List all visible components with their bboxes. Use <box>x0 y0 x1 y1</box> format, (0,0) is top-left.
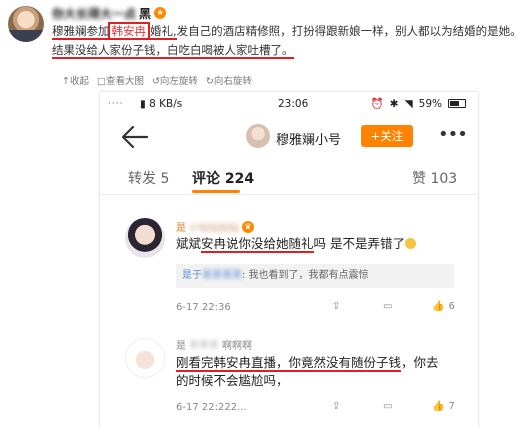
post-body: 穆雅斓参加 韩安冉 婚礼,发自己的酒店精修照，打扮得跟新娘一样，别人都以为结婚的是她… <box>52 22 516 60</box>
collapse-button[interactable]: ↑收起 <box>62 73 89 87</box>
comment-underlined-part: 刚看完韩安冉直播，你竟然没有随份子钱 <box>176 355 402 372</box>
commenter-name-blurred: 不不不 <box>189 341 219 352</box>
post-line-2: 结果没给人家份子钱，白吃白喝被人家吐槽了。 <box>52 41 512 60</box>
phone-screenshot: ···· ▮ 8 KB/s 23:06 ⏰ ✱ ◥ 59% 穆雅斓小号 +关注 … <box>100 92 478 428</box>
reply-button[interactable]: ▭ <box>383 401 392 412</box>
post-name-span: 穆雅斓参加 <box>52 24 110 38</box>
network-speed: ▮ 8 KB/s <box>140 98 182 110</box>
tab-bar: 转发 5 评论 224 赞 103 <box>100 159 478 195</box>
rotate-right-button[interactable]: ↻向右旋转 <box>206 73 252 87</box>
profile-avatar[interactable] <box>246 124 270 148</box>
post-line-1-underlined: 穆雅斓参加 韩安冉 婚礼, <box>52 22 177 40</box>
commenter-name-suffix: 啊啊啊 <box>222 341 252 352</box>
top-nav: 穆雅斓小号 +关注 ••• <box>100 118 478 156</box>
vip-badge-icon: ♛ <box>242 220 254 233</box>
thumbs-up-icon: 👍 <box>432 401 445 412</box>
battery-icon <box>448 99 466 108</box>
comment-underlined-part: 安冉说你没给她随礼 <box>201 236 314 253</box>
like-count: 6 <box>448 301 455 312</box>
status-bar: ···· ▮ 8 KB/s 23:06 ⏰ ✱ ◥ 59% <box>100 92 478 118</box>
post-line-1-rest: 发自己的酒店精修照，打扮得跟新娘一样，别人都以为结婚的是她。 <box>176 24 516 38</box>
like-button[interactable]: 👍 7 <box>432 401 455 412</box>
comment-text-part: 的时候不会尴尬吗， <box>176 373 289 388</box>
reply-author-blurred: 莱莱莱莱 <box>202 270 242 281</box>
image-toolbar: ↑收起 □查看大图 ↺向左旋转 ↻向右旋转 <box>62 73 252 87</box>
reply-author[interactable]: 是于 <box>182 270 202 281</box>
commenter-name-prefix: 是 <box>176 341 186 352</box>
poster-name-blurred: 你大长得大一点 <box>52 6 137 21</box>
more-options-icon[interactable]: ••• <box>438 126 468 144</box>
comment-icon: ▭ <box>383 301 393 312</box>
comment-item: 是不不不 啊啊啊 刚看完韩安冉直播，你竟然没有随份子钱，你去 的时候不会尴尬吗， … <box>100 332 478 428</box>
commenter-avatar[interactable] <box>125 218 165 258</box>
share-icon: ⇪ <box>332 401 341 412</box>
post-line-2-text: 结果没给人家份子钱，白吃白喝被人家吐槽了。 <box>52 43 294 59</box>
wifi-icon: ◥ <box>404 97 413 110</box>
tab-likes[interactable]: 赞 103 <box>412 168 457 188</box>
share-button[interactable]: ⇪ <box>332 301 340 312</box>
reply-preview[interactable]: 是于莱莱莱莱: 我也看到了，我都有点震惊 <box>176 264 454 288</box>
commenter-avatar[interactable] <box>125 338 165 378</box>
view-large-button[interactable]: □查看大图 <box>97 73 144 87</box>
comment-text: 斌斌安冉说你没给她随礼吗 是不是弄错了 <box>176 235 417 253</box>
tab-reposts[interactable]: 转发 5 <box>128 168 169 188</box>
back-arrow-icon[interactable] <box>120 124 150 150</box>
post-line-1: 穆雅斓参加 韩安冉 婚礼,发自己的酒店精修照，打扮得跟新娘一样，别人都以为结婚的是她… <box>52 22 516 41</box>
profile-name[interactable]: 穆雅斓小号 <box>276 129 341 148</box>
share-icon: ⇪ <box>332 301 341 312</box>
crown-icon: ★ <box>154 7 167 19</box>
commenter-name[interactable]: 是小仙仙仙仙 ♛ <box>176 219 254 234</box>
signal-icon: ▮ <box>140 98 146 110</box>
battery-percent: 59% <box>418 97 442 110</box>
thumbs-up-icon: 👍 <box>432 301 445 312</box>
commenter-name[interactable]: 是不不不 啊啊啊 <box>176 337 252 352</box>
comment-text-part: 安冉 <box>201 236 227 251</box>
bluetooth-icon: ✱ <box>389 97 399 110</box>
laugh-emoji-icon <box>405 238 417 249</box>
share-button[interactable]: ⇪ <box>332 401 340 412</box>
signal-dots-icon: ···· <box>108 99 124 109</box>
commenter-name-prefix: 是 <box>176 223 186 234</box>
like-count: 7 <box>448 401 455 412</box>
status-icons: ⏰ ✱ ◥ 59% <box>371 97 466 110</box>
poster-name[interactable]: 你大长得大一点 黑 ★ <box>52 5 167 21</box>
poster-avatar[interactable] <box>8 6 44 42</box>
rotate-left-button[interactable]: ↺向左旋转 <box>152 73 198 87</box>
like-button[interactable]: 👍 6 <box>432 301 455 312</box>
clock: 23:06 <box>278 98 309 110</box>
reply-button[interactable]: ▭ <box>383 301 392 312</box>
comment-icon: ▭ <box>383 401 393 412</box>
comment-text-part: ，你去 <box>401 355 439 370</box>
comment-text: 刚看完韩安冉直播，你竟然没有随份子钱，你去 的时候不会尴尬吗， <box>176 354 466 390</box>
active-tab-indicator <box>192 190 240 193</box>
comment-text-part: 斌斌 <box>176 236 202 251</box>
post-highlight-name[interactable]: 韩安冉 <box>107 22 150 40</box>
comment-time: 6-17 22:36 <box>176 302 231 313</box>
comment-time: 6-17 22:222... <box>176 402 247 413</box>
alarm-icon: ⏰ <box>370 98 384 110</box>
reply-text: : 我也看到了，我都有点震惊 <box>242 270 369 281</box>
comment-item: 是小仙仙仙仙 ♛ 斌斌安冉说你没给她随礼吗 是不是弄错了 是于莱莱莱莱: 我也看… <box>100 212 478 322</box>
poster-name-suffix: 黑 <box>139 6 152 21</box>
comment-text-part: 说你没给她随礼 <box>226 236 314 251</box>
comment-text-part: 吗 是不是弄错了 <box>313 236 406 251</box>
commenter-name-blurred: 小仙仙仙仙 <box>189 223 239 234</box>
post-after-highlight: 婚礼, <box>150 24 177 38</box>
tab-comments[interactable]: 评论 224 <box>192 168 254 188</box>
follow-button[interactable]: +关注 <box>361 125 413 147</box>
network-speed-value: 8 KB/s <box>149 98 183 110</box>
